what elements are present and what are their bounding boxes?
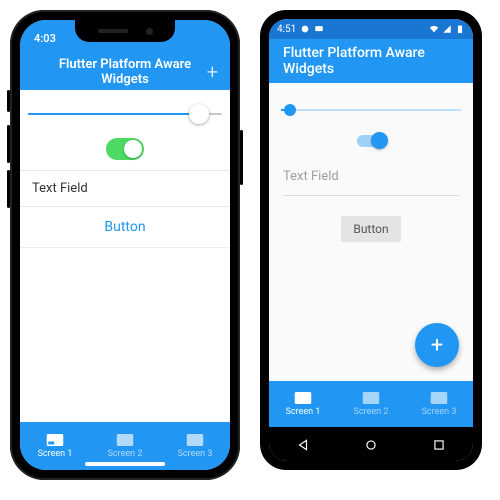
tab-label: Screen 3 (178, 449, 213, 459)
ios-text-field[interactable]: Text Field (20, 170, 230, 207)
tab-label: Screen 1 (286, 407, 321, 417)
slider-thumb[interactable] (284, 104, 296, 116)
android-slider[interactable] (281, 97, 461, 123)
iphone-screen: 4:03 Flutter Platform Aware Widgets + Te… (20, 20, 230, 470)
tab-icon (294, 391, 312, 405)
ios-switch[interactable] (106, 138, 144, 160)
text-field-underline (283, 195, 459, 196)
android-app-title: Flutter Platform Aware Widgets (283, 45, 459, 77)
tab-label: Screen 2 (108, 449, 143, 459)
ios-button[interactable]: Button (104, 219, 145, 235)
slider-track (281, 109, 461, 111)
message-icon (314, 24, 324, 34)
home-button[interactable] (364, 437, 378, 451)
android-nav-bar (269, 427, 473, 461)
gear-icon (300, 24, 310, 34)
tab-screen-3[interactable]: Screen 3 (160, 422, 230, 470)
android-tab-bar: Screen 1 Screen 2 Screen 3 (269, 381, 473, 427)
iphone-notch (75, 20, 175, 42)
tab-icon (362, 391, 380, 405)
ios-nav-title: Flutter Platform Aware Widgets (52, 57, 198, 87)
fab-add[interactable]: + (415, 323, 459, 367)
signal-icon (442, 24, 452, 34)
ios-slider[interactable] (28, 100, 222, 128)
plus-icon: + (431, 333, 443, 358)
recents-button[interactable] (432, 437, 446, 451)
slider-fill (28, 113, 199, 115)
ios-switch-row (20, 132, 230, 170)
iphone-vol-up (7, 125, 10, 163)
tab-label: Screen 1 (38, 449, 73, 459)
ios-button-row: Button (20, 207, 230, 248)
tab-screen-3[interactable]: Screen 3 (405, 381, 473, 427)
tab-screen-1[interactable]: Screen 1 (269, 381, 337, 427)
iphone-frame: 4:03 Flutter Platform Aware Widgets + Te… (10, 10, 240, 480)
tab-icon (430, 391, 448, 405)
android-switch-row (269, 127, 473, 159)
plus-icon[interactable]: + (198, 62, 218, 82)
home-indicator[interactable] (85, 462, 165, 466)
ios-body: Text Field Button (20, 90, 230, 422)
android-button[interactable]: Button (341, 216, 400, 242)
tab-icon (116, 433, 134, 447)
android-frame: 4:51 Flutter Platform Aware Widgets (260, 10, 482, 470)
switch-knob (124, 140, 142, 158)
battery-icon (455, 24, 465, 34)
back-button[interactable] (296, 437, 310, 451)
tab-screen-1[interactable]: Screen 1 (20, 422, 90, 470)
android-status-time: 4:51 (277, 24, 296, 35)
tab-icon (46, 433, 64, 447)
wifi-icon (429, 24, 439, 34)
iphone-power (240, 130, 243, 185)
android-body: Text Field Button + (269, 83, 473, 381)
iphone-mute-switch (7, 90, 10, 112)
tab-screen-2[interactable]: Screen 2 (337, 381, 405, 427)
android-screen: 4:51 Flutter Platform Aware Widgets (269, 19, 473, 461)
android-status-bar: 4:51 (269, 19, 473, 39)
slider-thumb[interactable] (189, 104, 209, 124)
tab-label: Screen 3 (422, 407, 457, 417)
android-switch[interactable] (357, 135, 385, 147)
android-button-row: Button (269, 202, 473, 256)
tab-icon (186, 433, 204, 447)
tab-label: Screen 2 (354, 407, 389, 417)
ios-nav-bar: Flutter Platform Aware Widgets + (20, 54, 230, 90)
switch-knob (371, 132, 388, 149)
ios-status-time: 4:03 (34, 32, 56, 45)
android-text-field[interactable]: Text Field (269, 159, 473, 195)
iphone-vol-down (7, 170, 10, 208)
android-app-bar: Flutter Platform Aware Widgets (269, 39, 473, 83)
